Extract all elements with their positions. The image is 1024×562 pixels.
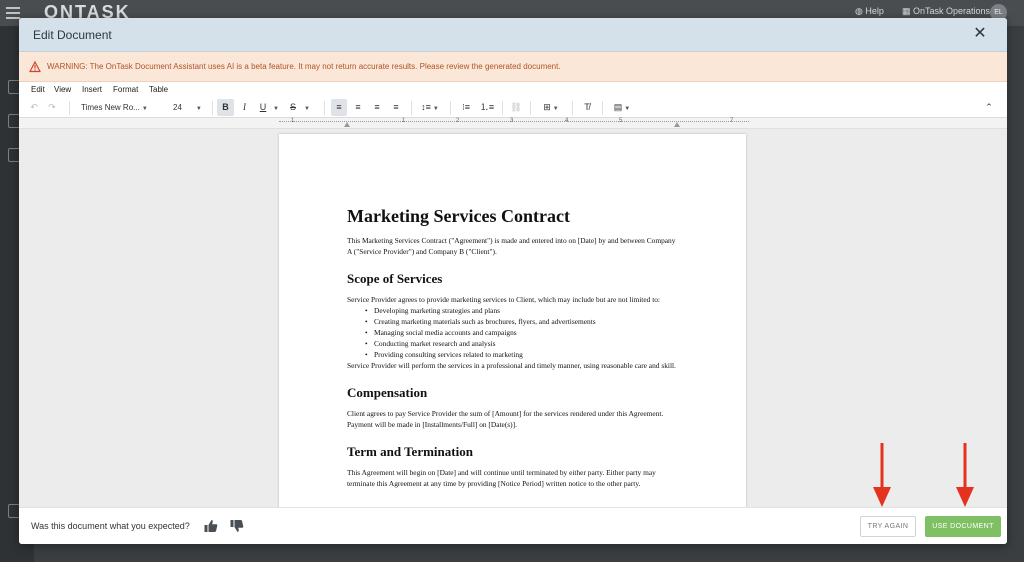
italic-button[interactable]: I [237,99,252,116]
font-size-value: 24 [173,103,182,112]
align-center-icon[interactable]: ≡ [350,99,366,116]
toolbar-divider [324,101,325,115]
ruler: 1 1 2 3 4 5 7 [19,118,1007,129]
warning-banner: WARNING: The OnTask Document Assistant u… [19,52,1007,82]
list-item: Providing consulting services related to… [365,349,677,360]
toolbar-divider [450,101,451,115]
ruler-number: 2 [456,118,460,124]
ruler-number: 7 [730,118,734,124]
document-page[interactable]: Marketing Services Contract This Marketi… [279,134,746,507]
ruler-number: 5 [619,118,623,124]
link-icon[interactable]: ⛓ [508,99,524,116]
toolbar-divider [602,101,603,115]
scope-heading: Scope of Services [347,271,443,286]
strikethrough-button[interactable]: S [285,99,301,116]
editor-menubar: Edit View Insert Format Table [19,82,1007,98]
toolbar-divider [411,101,412,115]
modal-title: Edit Document [33,28,112,42]
chevron-up-icon[interactable]: ⌃ [981,99,997,116]
globe-icon: ◍ [855,6,866,16]
list-item: Creating marketing materials such as bro… [365,316,677,327]
modal-header: Edit Document ✕ [19,18,1007,52]
chevron-down-icon[interactable]: ▼ [302,99,310,116]
scope-outro-paragraph: Service Provider will perform the servic… [347,361,676,370]
ruler-number: 1 [402,118,406,124]
thumbs-down-icon[interactable] [229,518,245,534]
bullet-list-icon[interactable]: ⁝≡ [458,99,474,116]
document-insert-icon[interactable]: ▤ ▼ [609,99,635,116]
term-paragraph: This Agreement will begin on [Date] and … [347,468,656,488]
help-link[interactable]: ◍ Help [855,6,884,17]
org-switcher[interactable]: ▦ OnTask Operations [902,6,990,17]
editor-canvas[interactable]: Marketing Services Contract This Marketi… [19,129,1007,507]
bold-button[interactable]: B [217,99,234,116]
document-title: Marketing Services Contract [347,206,570,226]
ruler-number: 3 [510,118,514,124]
font-family-value: Times New Ro... [81,103,140,112]
undo-icon[interactable]: ↶ [27,99,41,116]
annotation-arrow-use-document-icon [956,443,974,507]
scope-intro-paragraph: Service Provider agrees to provide marke… [347,295,660,304]
warning-triangle-icon [29,61,41,73]
term-heading: Term and Termination [347,444,473,459]
toolbar-divider [572,101,573,115]
list-item: Conducting market research and analysis [365,338,677,349]
align-right-icon[interactable]: ≡ [369,99,385,116]
right-indent-marker-icon[interactable] [674,122,680,127]
ruler-number: 4 [565,118,569,124]
chevron-down-icon: ▼ [141,106,148,112]
hamburger-menu-icon[interactable] [6,7,20,22]
menu-format[interactable]: Format [113,85,138,94]
list-item: Developing marketing strategies and plan… [365,305,677,316]
underline-button[interactable]: U [255,99,271,116]
line-height-icon[interactable]: ↕≡ ▼ [417,99,443,116]
menu-table[interactable]: Table [149,85,168,94]
scope-list: Developing marketing strategies and plan… [365,305,677,360]
font-family-select[interactable]: Times New Ro... ▼ [77,99,157,116]
use-document-button[interactable]: USE DOCUMENT [925,516,1001,537]
thumbs-up-icon[interactable] [203,518,219,534]
toolbar-divider [69,101,70,115]
menu-insert[interactable]: Insert [82,85,102,94]
clear-formatting-icon[interactable]: T̸ [579,99,595,116]
feedback-question: Was this document what you expected? [31,521,190,531]
building-icon: ▦ [902,6,914,16]
table-icon[interactable]: ⊞ ▼ [537,99,565,116]
toolbar-divider [530,101,531,115]
chevron-down-icon: ▼ [195,106,202,112]
compensation-paragraph: Client agrees to pay Service Provider th… [347,409,664,429]
align-justify-icon[interactable]: ≡ [388,99,404,116]
modal-footer: Was this document what you expected? TRY… [19,507,1007,544]
intro-paragraph: This Marketing Services Contract ("Agree… [347,236,676,256]
list-item: Managing social media accounts and campa… [365,327,677,338]
annotation-arrow-try-again-icon [873,443,891,507]
close-icon[interactable]: ✕ [970,24,990,44]
org-label: OnTask Operations [913,6,991,16]
warning-text: WARNING: The OnTask Document Assistant u… [47,62,561,71]
font-size-select[interactable]: 24 ▼ [169,99,205,116]
toolbar-divider [212,101,213,115]
ruler-number: 1 [291,118,295,124]
chevron-down-icon[interactable]: ▼ [271,99,279,116]
edit-document-modal: Edit Document ✕ WARNING: The OnTask Docu… [19,18,1007,544]
redo-icon[interactable]: ↷ [45,99,59,116]
menu-edit[interactable]: Edit [31,85,45,94]
menu-view[interactable]: View [54,85,71,94]
help-label: Help [865,6,884,16]
compensation-heading: Compensation [347,385,428,400]
document-body[interactable]: Marketing Services Contract This Marketi… [347,206,677,489]
indent-marker-icon[interactable] [344,122,350,127]
editor-toolbar: ↶ ↷ Times New Ro... ▼ 24 ▼ B I U ▼ S ▼ ≡ ≡… [19,98,1007,118]
try-again-button[interactable]: TRY AGAIN [860,516,916,537]
numbered-list-icon[interactable]: ⒈≡ [479,99,495,116]
align-left-icon[interactable]: ≡ [331,99,347,116]
toolbar-divider [502,101,503,115]
